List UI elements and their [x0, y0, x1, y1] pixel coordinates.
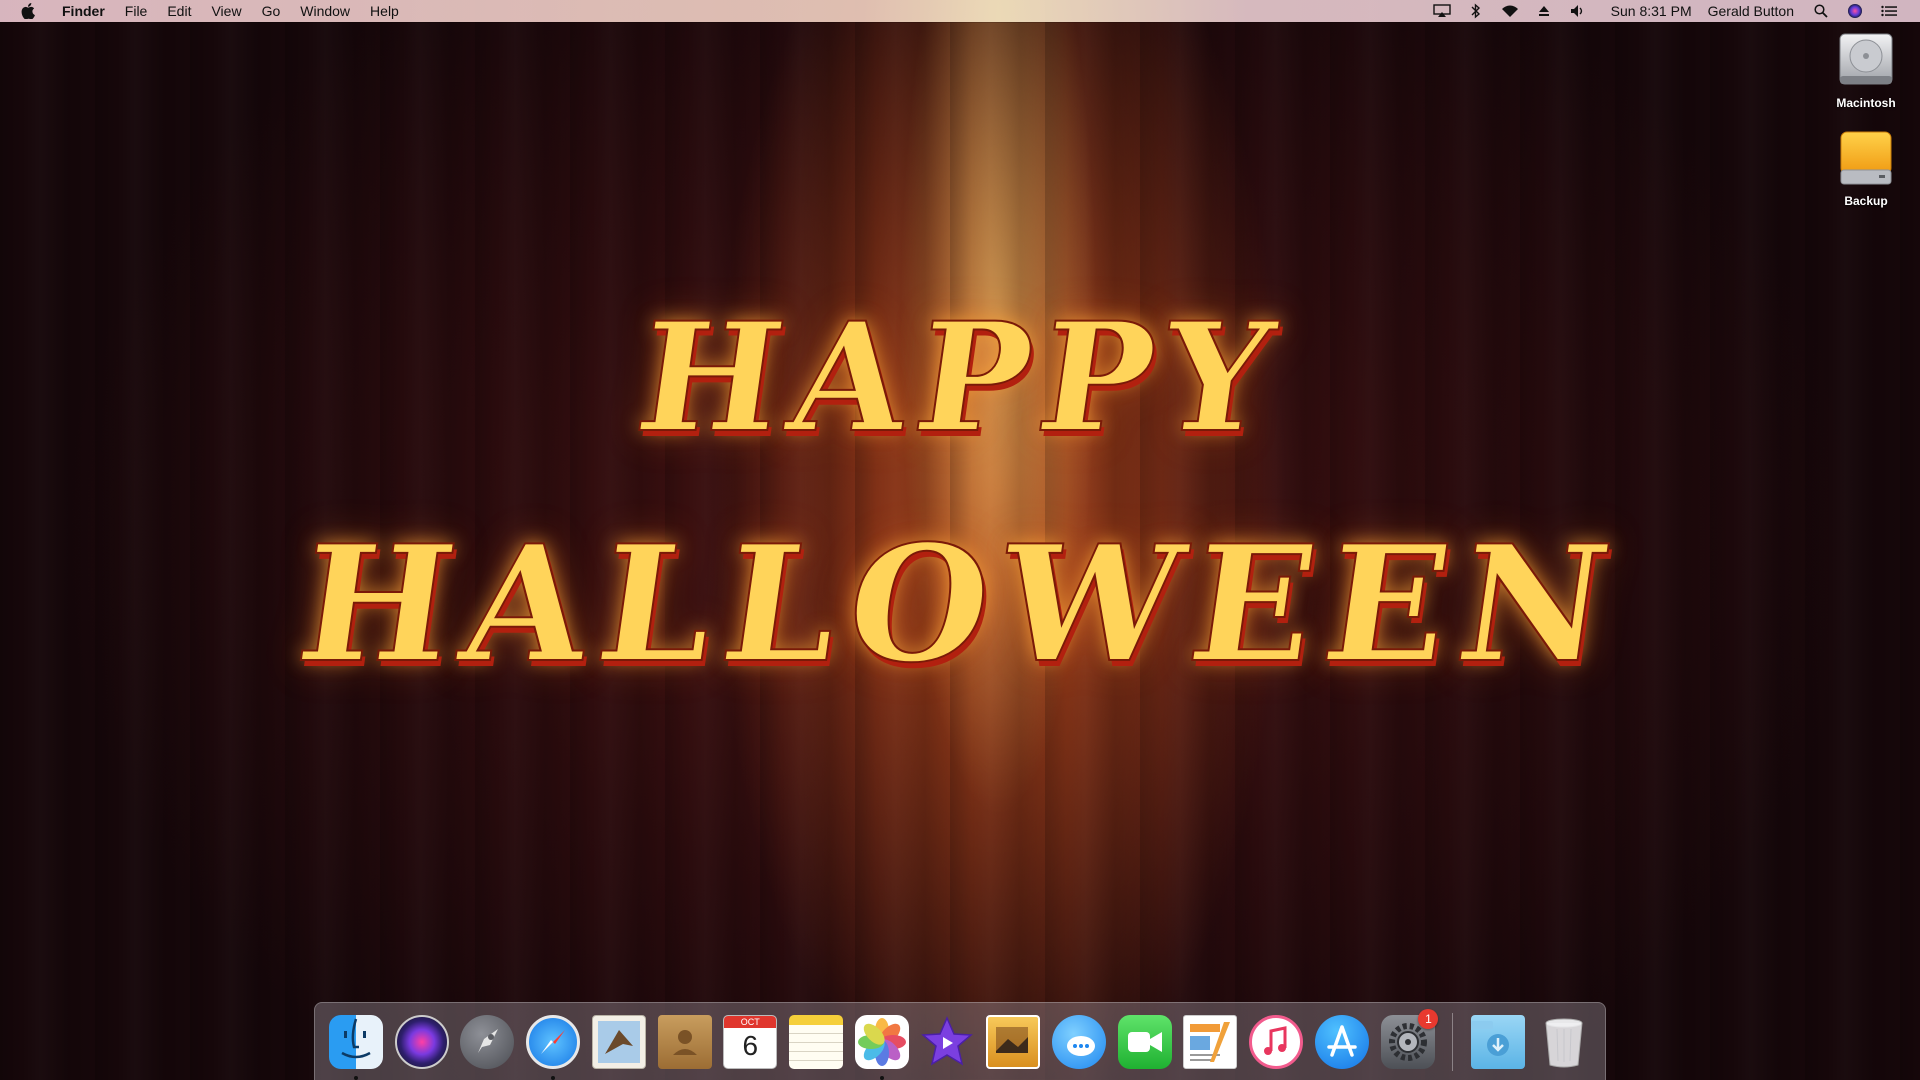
messages-icon — [1051, 1014, 1106, 1069]
dock-preview[interactable] — [984, 1013, 1042, 1071]
preview-icon — [986, 1014, 1041, 1069]
menu-go[interactable]: Go — [252, 0, 291, 22]
dock-photos[interactable] — [853, 1013, 911, 1080]
dock-contacts[interactable] — [656, 1013, 714, 1071]
running-indicator — [551, 1075, 556, 1080]
imovie-icon — [920, 1015, 974, 1069]
dock-safari[interactable] — [524, 1013, 582, 1080]
dock-downloads[interactable] — [1469, 1013, 1527, 1071]
notes-icon — [789, 1014, 843, 1069]
dock-messages[interactable] — [1050, 1013, 1108, 1071]
wallpaper-title-halloween: HALLOWEEN — [287, 509, 1633, 699]
safari-icon — [526, 1014, 581, 1069]
pages-icon — [1183, 1014, 1238, 1069]
desktop-icon-backup[interactable]: Backup — [1820, 126, 1912, 208]
running-indicator — [879, 1075, 884, 1080]
downloads-folder-icon — [1471, 1014, 1526, 1069]
launchpad-icon — [460, 1014, 515, 1069]
notification-center-icon[interactable] — [1880, 3, 1898, 19]
wifi-icon[interactable] — [1501, 3, 1519, 19]
siri-icon — [394, 1014, 449, 1069]
dock-system-preferences[interactable]: 1 — [1379, 1008, 1439, 1071]
finder-icon — [328, 1014, 383, 1069]
dock-trash[interactable] — [1535, 1013, 1593, 1071]
calendar-icon: OCT 6 — [723, 1014, 778, 1069]
hard-drive-icon — [1835, 28, 1897, 92]
dock-separator — [1452, 1012, 1454, 1071]
menu-window[interactable]: Window — [290, 0, 360, 22]
airplay-icon[interactable] — [1432, 3, 1451, 19]
menu-finder[interactable]: Finder — [50, 0, 115, 22]
menu-bar: Finder File Edit View Go Window Help Sun… — [0, 0, 1920, 22]
dock-mail[interactable] — [590, 1013, 648, 1071]
external-drive-icon — [1835, 126, 1897, 190]
wallpaper-title-happy: HAPPY — [626, 289, 1294, 467]
notification-badge: 1 — [1418, 1008, 1439, 1029]
eject-icon[interactable] — [1535, 3, 1553, 19]
calendar-day: 6 — [742, 1029, 759, 1061]
dock-siri[interactable] — [393, 1013, 451, 1071]
desktop-icon-macintosh[interactable]: Macintosh — [1820, 28, 1912, 110]
menu-view[interactable]: View — [201, 0, 251, 22]
trash-icon — [1537, 1015, 1591, 1069]
dock-calendar[interactable]: OCT 6 — [721, 1013, 779, 1071]
dock-pages[interactable] — [1182, 1013, 1240, 1071]
mail-icon — [591, 1014, 646, 1069]
dock-launchpad[interactable] — [458, 1013, 516, 1071]
dock: OCT 6 1 — [314, 1002, 1606, 1080]
dock-facetime[interactable] — [1116, 1013, 1174, 1071]
contacts-icon — [657, 1014, 712, 1069]
menu-help[interactable]: Help — [360, 0, 409, 22]
dock-app-store[interactable] — [1313, 1013, 1371, 1071]
bluetooth-icon[interactable] — [1467, 3, 1485, 19]
dock-itunes[interactable] — [1247, 1013, 1305, 1071]
menu-clock[interactable]: Sun 8:31 PM — [1611, 3, 1692, 19]
spotlight-search-icon[interactable] — [1812, 3, 1830, 19]
dock-imovie[interactable] — [919, 1013, 977, 1071]
siri-icon[interactable] — [1846, 3, 1864, 19]
desktop-icons: Macintosh Backup — [1820, 28, 1912, 224]
dock-finder[interactable] — [327, 1013, 385, 1080]
menu-edit[interactable]: Edit — [157, 0, 201, 22]
photos-icon — [854, 1014, 909, 1069]
dock-notes[interactable] — [787, 1013, 845, 1071]
volume-icon[interactable] — [1569, 3, 1587, 19]
facetime-icon — [1117, 1014, 1172, 1069]
menu-user[interactable]: Gerald Button — [1708, 3, 1794, 19]
itunes-icon — [1249, 1014, 1304, 1069]
apple-menu-icon[interactable] — [20, 3, 36, 19]
desktop-icon-label: Backup — [1844, 194, 1888, 208]
menu-file[interactable]: File — [115, 0, 158, 22]
running-indicator — [353, 1075, 358, 1080]
calendar-month: OCT — [724, 1015, 777, 1028]
app-store-icon — [1314, 1014, 1369, 1069]
desktop-icon-label: Macintosh — [1836, 96, 1896, 110]
